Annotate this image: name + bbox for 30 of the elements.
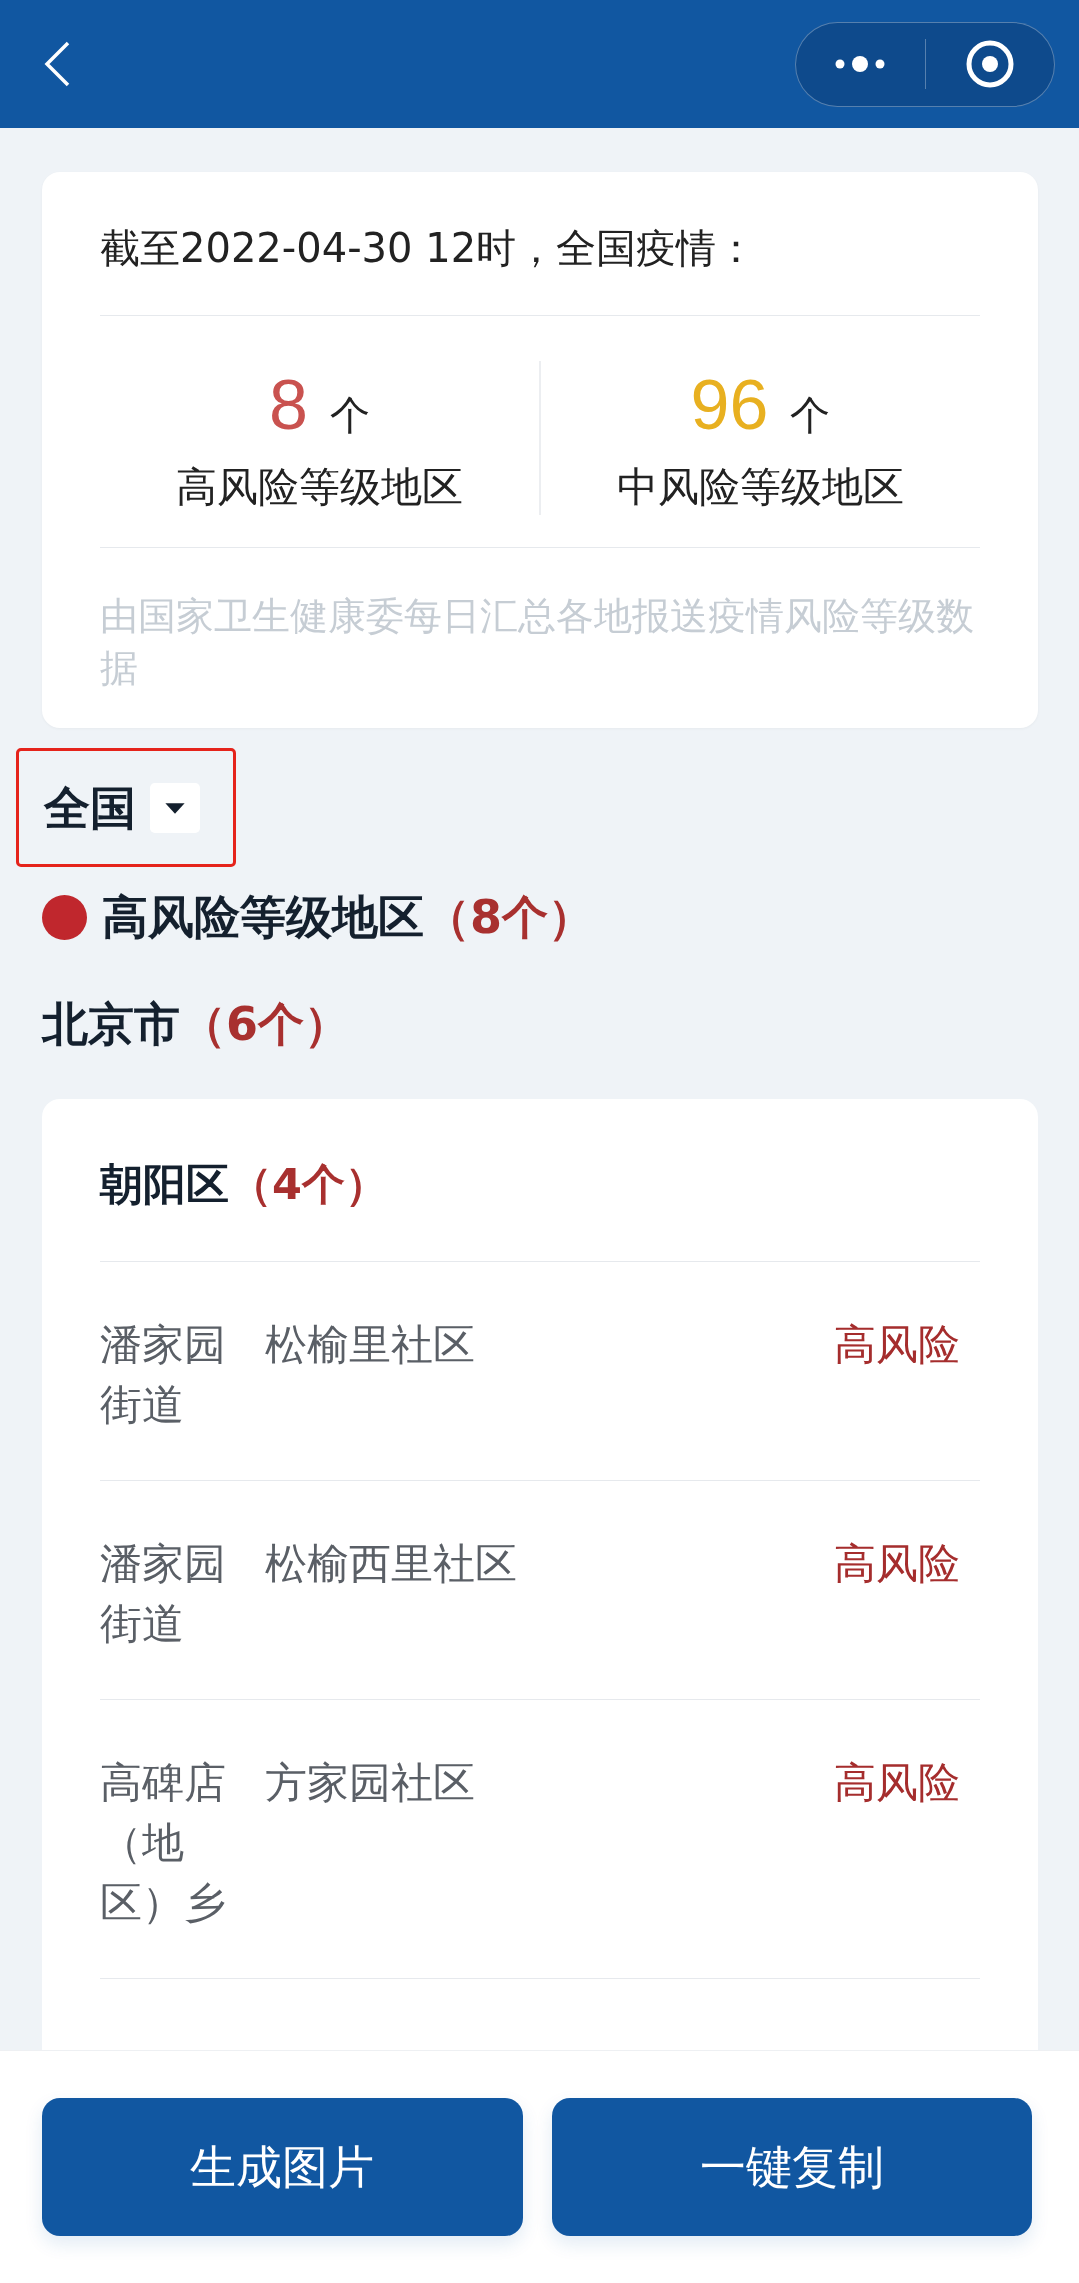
community-name: 松榆里社区: [265, 1319, 477, 1371]
caret-icon: [150, 782, 200, 833]
count-number: 8: [269, 365, 308, 446]
action-button[interactable]: 一键复制: [551, 2098, 1032, 2236]
stat-label: 高风险等级地区: [176, 462, 463, 513]
summary-title: 截至2022-04-30 12时，全国疫情：: [100, 172, 980, 316]
district-name: 朝阳区: [100, 1158, 229, 1211]
risk-level-count: （8个）: [424, 889, 594, 946]
stat-label: 中风险等级地区: [617, 462, 904, 513]
risk-label: 高风险: [834, 1538, 960, 1590]
back-icon[interactable]: [44, 41, 70, 87]
count-unit: 个: [329, 391, 370, 440]
risk-label: 高风险: [834, 1319, 960, 1371]
count-unit: 个: [790, 391, 831, 440]
province-count: （6个）: [180, 996, 350, 1053]
source-note: 由国家卫生健康委每日汇总各地报送疫情风险等级数据: [100, 593, 975, 692]
province-name: 北京市: [42, 996, 180, 1053]
street-name: 高碑店（地区）乡: [100, 1757, 227, 1929]
region-dropdown[interactable]: 全国: [44, 777, 200, 838]
target-icon[interactable]: [965, 40, 1014, 88]
risk-level-title: 高风险等级地区: [102, 889, 424, 946]
street-name: 潘家园街道: [100, 1538, 227, 1650]
risk-label: 高风险: [834, 1757, 960, 1809]
district-count: （4个）: [229, 1158, 388, 1211]
count-number: 96: [690, 365, 769, 446]
community-name: 松榆西里社区: [265, 1538, 519, 1590]
community-name: 方家园社区: [265, 1757, 477, 1809]
street-name: 潘家园街道: [100, 1319, 227, 1431]
more-icon[interactable]: [835, 55, 886, 73]
action-button[interactable]: 生成图片: [42, 2098, 523, 2236]
